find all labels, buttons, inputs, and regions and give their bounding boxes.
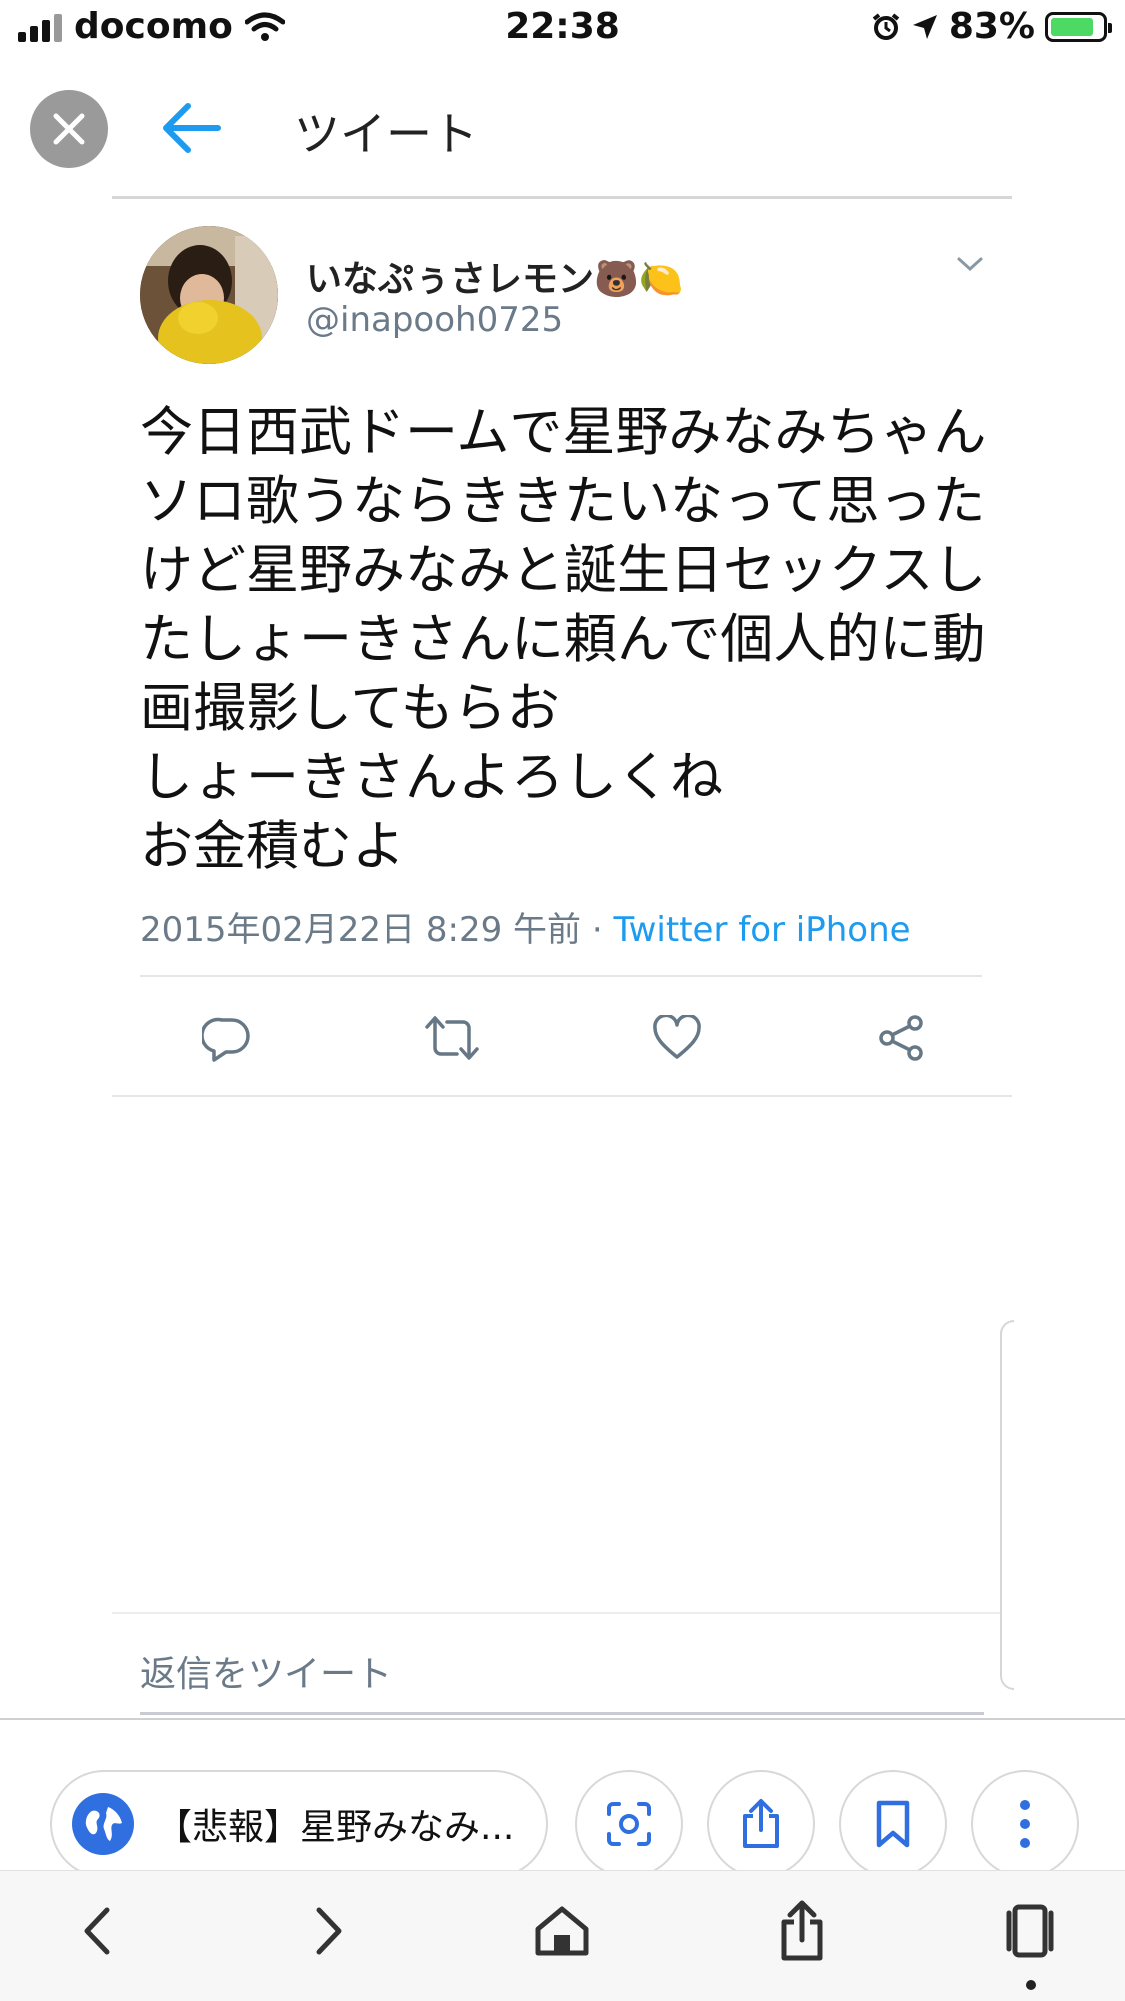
url-title: 【悲報】星野みなみ... — [156, 1807, 515, 1848]
header-divider — [112, 196, 1012, 199]
reply-button[interactable] — [194, 1005, 260, 1071]
share-sheet-button[interactable] — [762, 1891, 842, 1971]
browser-bar: 【悲報】星野みなみ... — [0, 1720, 1125, 1878]
chevron-left-icon — [84, 1907, 110, 1955]
retweet-button[interactable] — [419, 1005, 485, 1071]
tweet-text-line: お金積むよ — [140, 816, 405, 877]
tweet-timestamp[interactable]: 2015年02月22日 8:29 午前 — [140, 910, 581, 950]
more-vertical-icon — [1020, 1800, 1030, 1848]
tweet-source-link[interactable]: Twitter for iPhone — [613, 910, 910, 950]
reply-input[interactable]: 返信をツイート — [140, 1645, 392, 1697]
tweet-meta: 2015年02月22日 8:29 午前 · Twitter for iPhone — [140, 902, 911, 951]
tabs-icon — [1006, 1904, 1054, 1958]
back-button[interactable] — [160, 100, 224, 156]
retweet-icon — [425, 1016, 479, 1060]
nav-back-button[interactable] — [56, 1891, 136, 1971]
meta-divider — [140, 975, 982, 977]
nav-forward-button[interactable] — [290, 1891, 370, 1971]
location-icon — [912, 14, 937, 39]
chevron-right-icon — [316, 1907, 342, 1955]
share-up-icon — [743, 1799, 779, 1848]
safari-toolbar — [0, 1870, 1125, 2001]
share-page-button[interactable] — [707, 1770, 815, 1878]
chevron-down-icon — [957, 257, 983, 272]
tweet-actions — [140, 1005, 982, 1071]
battery-percent: 83% — [948, 6, 1035, 47]
share-button[interactable] — [869, 1005, 935, 1071]
display-name[interactable]: いなぷぅさレモン🐻🍋 — [306, 250, 684, 302]
tweet-text-line: けど星野みなみと誕生日セックスし — [140, 540, 987, 601]
tweet-text-line: たしょーきさんに頼んで個人的に動 — [140, 609, 986, 670]
more-button[interactable] — [971, 1770, 1079, 1878]
alarm-icon — [872, 12, 900, 40]
back-arrow-icon — [163, 103, 221, 153]
status-bar: docomo 22:38 83% — [0, 0, 1125, 60]
page-title: ツイート — [294, 107, 478, 161]
lens-icon — [607, 1802, 651, 1846]
close-button[interactable] — [30, 90, 108, 168]
battery-icon — [1045, 11, 1112, 42]
reply-divider — [112, 1612, 1000, 1614]
bookmark-icon — [876, 1800, 910, 1848]
share-up-icon — [781, 1900, 823, 1961]
lens-button[interactable] — [575, 1770, 683, 1878]
tweet-text-line: 今日西武ドームで星野みなみちゃん — [140, 402, 987, 463]
tweet-text-line: しょーきさんよろしくね — [140, 747, 723, 808]
tweet-text: 今日西武ドームで星野みなみちゃん ソロ歌うならききたいなって思った けど星野みな… — [140, 398, 1000, 881]
url-bar[interactable]: 【悲報】星野みなみ... — [50, 1770, 548, 1878]
share-icon — [879, 1015, 923, 1061]
tab-indicator — [1026, 1980, 1036, 1990]
home-button[interactable] — [522, 1891, 602, 1971]
tweet-text-line: 画撮影してもらお — [140, 678, 560, 739]
tweet-text-line: ソロ歌うならききたいなって思った — [140, 471, 986, 532]
bookmark-button[interactable] — [839, 1770, 947, 1878]
home-icon — [535, 1906, 589, 1956]
reply-underline — [140, 1712, 984, 1715]
avatar[interactable] — [140, 226, 278, 364]
close-icon — [53, 113, 85, 145]
meta-separator: · — [591, 910, 603, 950]
frame-edge — [1000, 1320, 1014, 1690]
user-handle[interactable]: @inapooh0725 — [306, 300, 563, 340]
more-options-button[interactable] — [956, 250, 984, 278]
heart-icon — [653, 1015, 701, 1059]
like-button[interactable] — [644, 1005, 710, 1071]
tweet-divider — [112, 1095, 1012, 1097]
tabs-button[interactable] — [990, 1891, 1070, 1971]
reply-icon — [202, 1017, 250, 1062]
globe-icon — [72, 1793, 134, 1855]
